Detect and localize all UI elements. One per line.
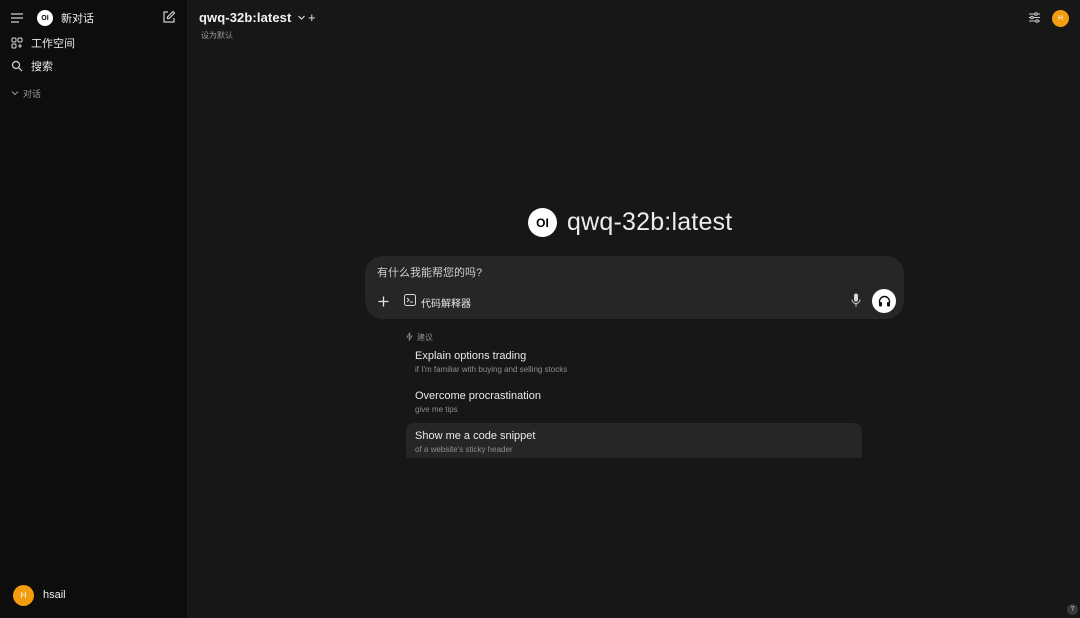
sidebar-item-label: 工作空间 xyxy=(31,38,75,50)
sidebar-item-label: 搜索 xyxy=(31,61,53,73)
chat-composer: 代码解释器 xyxy=(365,256,904,319)
set-default-link[interactable]: 设为默认 xyxy=(201,30,233,41)
suggestion-item[interactable]: Overcome procrastination give me tips xyxy=(406,383,862,423)
suggestion-subtitle: if I'm familiar with buying and selling … xyxy=(415,365,568,374)
code-interpreter-button[interactable]: 代码解释器 xyxy=(404,293,471,311)
avatar: H xyxy=(13,584,34,606)
suggestions-label: 建议 xyxy=(417,332,433,342)
voice-mode-button[interactable] xyxy=(872,289,896,313)
workspace-grid-icon xyxy=(10,36,24,50)
search-icon xyxy=(10,59,24,73)
hero-title: qwq-32b:latest xyxy=(567,208,733,236)
user-name: hsail xyxy=(43,589,66,601)
sidebar-item-search[interactable]: 搜索 xyxy=(10,57,53,75)
sidebar-header: OI 新对话 xyxy=(10,8,180,28)
code-interpreter-label: 代码解释器 xyxy=(421,298,471,310)
sidebar: OI 新对话 工作空间 搜索 对话 H hsail xyxy=(0,0,188,618)
suggestion-title: Overcome procrastination xyxy=(415,390,541,402)
suggestion-subtitle: of a website's sticky header xyxy=(415,445,513,454)
user-menu[interactable]: H hsail xyxy=(13,584,66,606)
suggestion-item[interactable]: Show me a code snippet of a website's st… xyxy=(406,423,862,458)
main-area: qwq-32b:latest + 设为默认 H OI qwq-32b:lates… xyxy=(188,0,1080,618)
help-button[interactable]: ? xyxy=(1067,604,1078,615)
chevron-down-icon xyxy=(11,84,19,102)
suggestion-item[interactable]: Explain options trading if I'm familiar … xyxy=(406,343,862,383)
controls-sliders-icon[interactable] xyxy=(1028,11,1042,25)
new-chat-edit-icon[interactable] xyxy=(162,10,178,26)
microphone-icon[interactable] xyxy=(849,292,863,308)
suggestion-title: Explain options trading xyxy=(415,350,527,362)
avatar[interactable]: H xyxy=(1052,10,1069,27)
chat-input[interactable] xyxy=(377,267,847,279)
new-chat-label[interactable]: 新对话 xyxy=(61,10,94,26)
add-model-button[interactable]: + xyxy=(308,10,316,26)
terminal-icon xyxy=(404,293,416,311)
suggestion-title: Show me a code snippet xyxy=(415,430,536,442)
sidebar-section-chats[interactable]: 对话 xyxy=(11,86,41,100)
model-name: qwq-32b:latest xyxy=(199,10,292,25)
hero-logo: OI xyxy=(528,208,557,237)
suggestion-subtitle: give me tips xyxy=(415,405,458,414)
app-root: OI 新对话 工作空间 搜索 对话 H hsail qwq-32b:latest… xyxy=(0,0,1080,618)
chevron-down-icon xyxy=(296,13,306,23)
sidebar-item-workspace[interactable]: 工作空间 xyxy=(10,34,75,52)
suggestion-list: Explain options trading if I'm familiar … xyxy=(406,343,862,458)
headphones-icon xyxy=(878,295,890,307)
menu-icon[interactable] xyxy=(10,11,24,25)
hero: OI qwq-32b:latest xyxy=(528,208,732,237)
sidebar-section-label: 对话 xyxy=(23,88,42,99)
logo[interactable]: OI xyxy=(37,10,53,26)
model-selector[interactable]: qwq-32b:latest xyxy=(199,10,306,25)
attach-plus-button[interactable] xyxy=(375,293,391,309)
